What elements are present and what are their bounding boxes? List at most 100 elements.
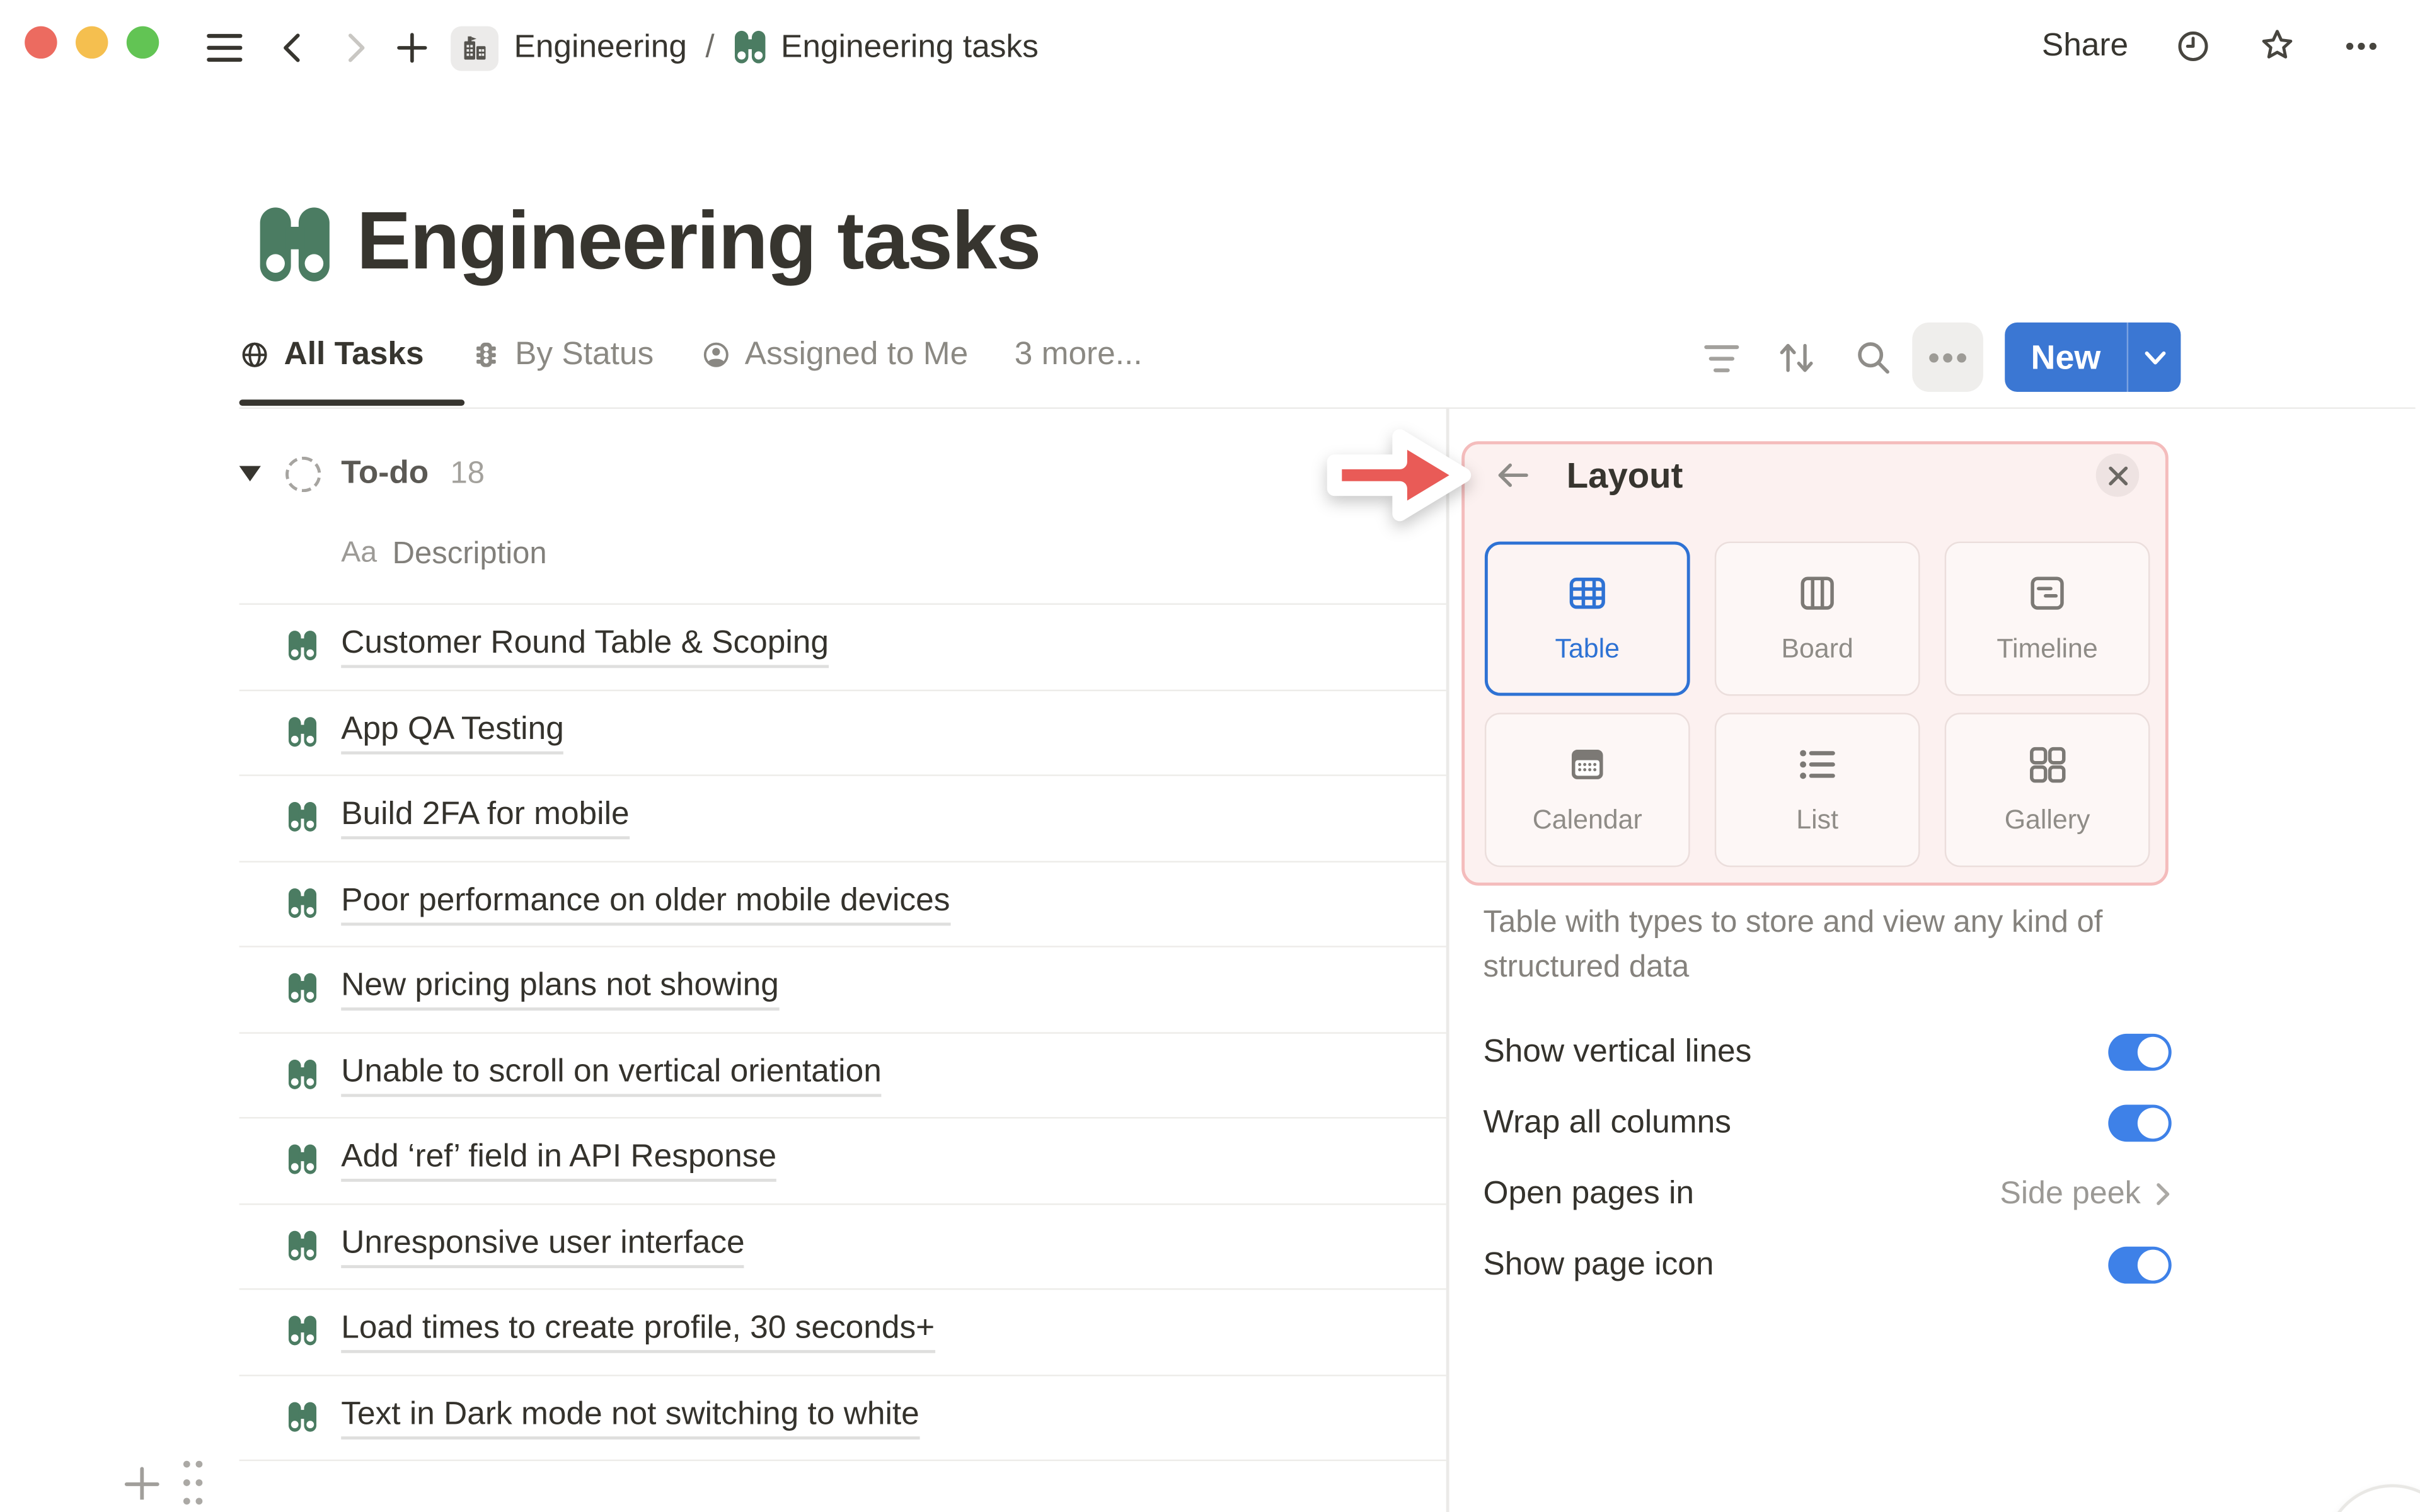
task-row[interactable]: Build 2FA for mobile [239, 776, 1446, 862]
layout-option-label: Table [1555, 633, 1620, 664]
group-count: 18 [450, 455, 485, 490]
zoom-window-button[interactable] [125, 26, 159, 59]
collapse-triangle-icon[interactable] [239, 466, 261, 482]
notion-window: Engineering / Engineering tasks Share En… [0, 0, 2420, 1512]
layout-option-calendar[interactable]: Calendar [1484, 713, 1690, 868]
breadcrumb-root[interactable]: Engineering [514, 30, 688, 67]
topbar-actions: Share [2042, 26, 2380, 65]
task-title[interactable]: Poor performance on older mobile devices [341, 882, 950, 925]
sort-icon[interactable] [1777, 338, 1817, 378]
toggle-switch-on[interactable] [2108, 1033, 2172, 1071]
hamburger-menu-icon[interactable] [205, 30, 243, 67]
tab-by-status[interactable]: By Status [470, 336, 654, 380]
binoculars-icon [287, 1228, 318, 1264]
binoculars-icon [287, 714, 318, 751]
calendar-icon [1567, 743, 1608, 785]
page-title[interactable]: Engineering tasks [357, 195, 1042, 289]
column-header-description[interactable]: Aa Description [341, 532, 546, 576]
toggle-switch-on[interactable] [2108, 1246, 2172, 1284]
close-icon[interactable] [2095, 454, 2140, 497]
task-title[interactable]: App QA Testing [341, 711, 564, 754]
share-button[interactable]: Share [2042, 27, 2128, 64]
toggle-knob [2137, 1108, 2169, 1139]
binoculars-icon [287, 629, 318, 665]
tab-3-more-[interactable]: 3 more... [1015, 336, 1143, 380]
tab-label: Assigned to Me [744, 336, 969, 372]
view-options-ellipsis-button[interactable] [1912, 322, 1983, 392]
task-title[interactable]: Add ‘ref’ field in API Response [341, 1139, 777, 1183]
drag-handle-icon[interactable] [181, 1453, 205, 1506]
breadcrumb-page[interactable]: Engineering tasks [781, 30, 1039, 67]
task-row[interactable]: Customer Round Table & Scoping [239, 605, 1446, 690]
group-name[interactable]: To-do [341, 455, 429, 492]
breadcrumb: Engineering / Engineering tasks [451, 25, 1039, 71]
task-row[interactable]: App QA Testing [239, 690, 1446, 776]
add-row-plus-icon[interactable] [124, 1453, 161, 1500]
active-tab-underline [239, 399, 465, 406]
chevron-right-icon [2155, 1182, 2172, 1206]
binoculars-icon [287, 886, 318, 922]
new-dropdown-chevron-icon[interactable] [2128, 350, 2181, 365]
layout-option-timeline[interactable]: Timeline [1944, 541, 2150, 696]
task-title[interactable]: Build 2FA for mobile [341, 796, 630, 840]
layout-option-list[interactable]: List [1714, 713, 1920, 868]
updates-clock-icon[interactable] [2175, 27, 2212, 64]
layout-option-board[interactable]: Board [1714, 541, 1920, 696]
layout-option-label: List [1796, 803, 1839, 835]
back-icon[interactable] [275, 30, 312, 67]
task-title[interactable]: Customer Round Table & Scoping [341, 625, 829, 669]
task-row[interactable]: Unresponsive user interface [239, 1204, 1446, 1290]
task-row[interactable]: New pricing plans not showing [239, 948, 1446, 1033]
board-icon [1797, 573, 1838, 614]
filter-icon[interactable] [1701, 338, 1741, 378]
setting-row-open-pages-in: Open pages in Side peek [1483, 1159, 2171, 1230]
task-title[interactable]: Load times to create profile, 30 seconds… [341, 1310, 935, 1354]
toggle-knob [2137, 1036, 2169, 1068]
task-title[interactable]: New pricing plans not showing [341, 968, 779, 1011]
setting-row-show-vertical-lines: Show vertical lines [1483, 1017, 2172, 1088]
new-button-label: New [2031, 337, 2101, 376]
list-footer-controls [124, 1453, 205, 1506]
tab-label: By Status [515, 336, 654, 372]
forward-icon[interactable] [337, 30, 374, 67]
binoculars-icon [287, 1314, 318, 1350]
tabs-divider [239, 406, 2416, 409]
person-icon [700, 340, 731, 370]
gallery-icon [2027, 743, 2068, 785]
task-title[interactable]: Text in Dark mode not switching to white [341, 1396, 919, 1440]
more-options-icon[interactable] [2343, 27, 2380, 64]
layout-option-label: Calendar [1532, 803, 1642, 835]
todo-status-dashed-circle-icon [285, 455, 321, 492]
new-page-plus-icon[interactable] [393, 30, 430, 67]
page-icon-binoculars[interactable] [256, 200, 333, 291]
task-row[interactable]: Add ‘ref’ field in API Response [239, 1119, 1446, 1205]
task-title[interactable]: Unable to scroll on vertical orientation [341, 1053, 882, 1097]
task-row[interactable]: Load times to create profile, 30 seconds… [239, 1290, 1446, 1376]
panel-back-arrow-icon[interactable] [1494, 458, 1531, 492]
traffic-light-icon [470, 340, 501, 370]
tab-assigned-to-me[interactable]: Assigned to Me [700, 336, 969, 380]
toggle-switch-on[interactable] [2108, 1104, 2172, 1142]
favorite-star-icon[interactable] [2258, 26, 2296, 65]
layout-option-table[interactable]: Table [1484, 541, 1690, 696]
new-button[interactable]: New [2005, 322, 2181, 392]
task-title[interactable]: Unresponsive user interface [341, 1225, 745, 1268]
search-icon[interactable] [1853, 338, 1894, 378]
task-row[interactable]: Poor performance on older mobile devices [239, 862, 1446, 948]
task-row[interactable]: Unable to scroll on vertical orientation [239, 1033, 1446, 1119]
help-button-partial[interactable] [2324, 1484, 2420, 1512]
minimize-window-button[interactable] [74, 26, 108, 59]
tab-all-tasks[interactable]: All Tasks [239, 336, 424, 380]
teamspace-building-icon[interactable] [451, 25, 499, 71]
close-window-button[interactable] [23, 26, 57, 59]
binoculars-icon [287, 971, 318, 1008]
task-row[interactable]: Text in Dark mode not switching to white [239, 1375, 1446, 1462]
binoculars-icon [733, 28, 767, 68]
setting-label: Open pages in [1483, 1176, 1695, 1211]
setting-value[interactable]: Side peek [2000, 1176, 2140, 1213]
layout-option-gallery[interactable]: Gallery [1944, 713, 2150, 868]
task-list: Customer Round Table & Scoping App QA Tes… [239, 603, 1446, 1462]
layout-panel-header: Layout [1494, 454, 2140, 497]
setting-label: Wrap all columns [1483, 1104, 1731, 1140]
binoculars-icon [287, 1057, 318, 1093]
